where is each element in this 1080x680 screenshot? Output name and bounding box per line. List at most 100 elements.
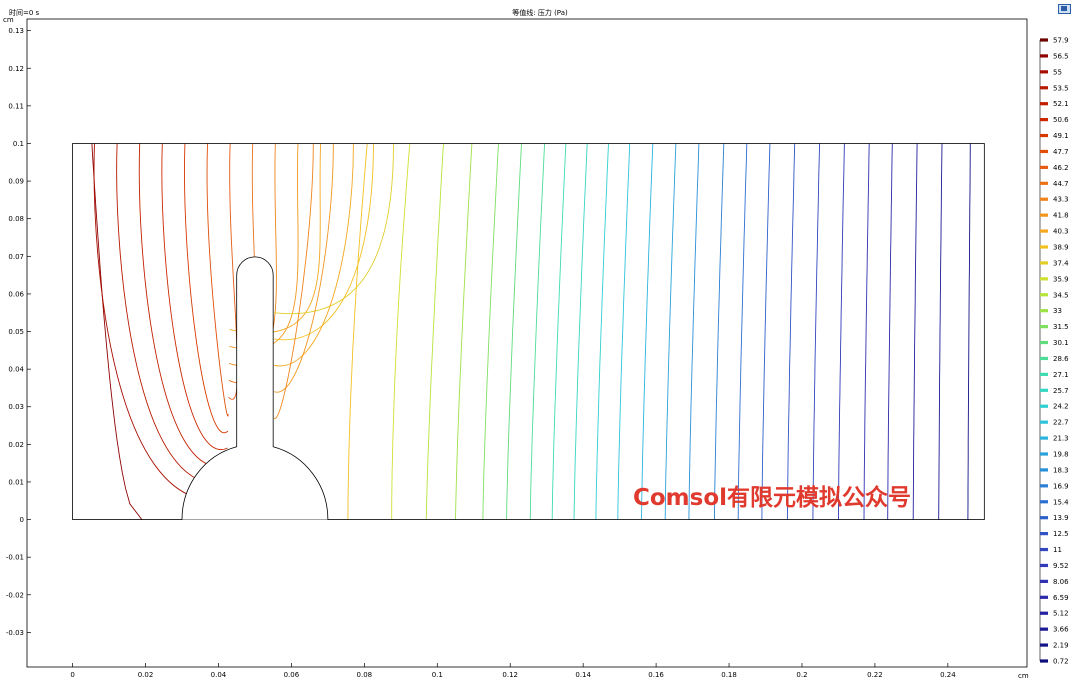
colorbar-label: 33 [1053,307,1062,315]
y-tick-label: 0.08 [8,215,24,223]
colorbar-label: 3.66 [1053,626,1069,634]
colorbar-label: 2.19 [1053,642,1069,650]
colorbar-swatch [1040,38,1048,42]
colorbar-label: 5.12 [1053,610,1069,618]
colorbar-label: 8.06 [1053,578,1069,586]
colorbar-label: 12.5 [1053,530,1069,538]
colorbar-swatch [1040,659,1048,663]
colorbar-label: 13.9 [1053,514,1069,522]
colorbar-label: 37.4 [1053,259,1069,267]
colorbar-swatch [1040,420,1048,424]
colorbar-label: 53.5 [1053,84,1069,92]
colorbar-swatch [1040,547,1048,552]
colorbar-label: 19.8 [1053,451,1069,459]
colorbar-swatch [1040,563,1048,568]
y-tick-label: 0.07 [8,253,24,261]
colorbar-label: 27.1 [1053,371,1069,379]
colorbar-swatch [1040,197,1048,201]
y-tick-label: 0.13 [8,27,24,35]
colorbar-label: 47.7 [1053,148,1069,156]
x-tick-label: 0.18 [721,671,737,679]
colorbar-swatch [1040,468,1048,472]
colorbar-label: 28.6 [1053,355,1069,363]
colorbar-label: 11 [1053,546,1062,554]
window-restore-icon[interactable] [1058,4,1071,14]
colorbar-label: 44.7 [1053,180,1069,188]
x-tick-label: 0.22 [867,671,883,679]
colorbar-swatch [1040,102,1048,106]
colorbar-label: 30.1 [1053,339,1069,347]
x-tick-label: 0.06 [284,671,300,679]
y-tick-label: 0.04 [8,366,24,374]
y-tick-label: 0.02 [8,441,24,449]
colorbar-swatch [1040,181,1048,185]
colorbar-swatch [1040,579,1048,583]
y-tick-label: -0.02 [6,591,24,599]
x-tick-label: 0.24 [940,671,956,679]
contour-plot: 0 0.02 0.04 0.06 0.08 0.1 0.12 0.14 0.16 0.18 0.2 0… [6,18,1069,680]
colorbar-swatch [1040,309,1048,313]
colorbar-swatch [1040,86,1048,90]
colorbar-label: 9.52 [1053,562,1069,570]
x-tick-label: 0.16 [648,671,664,679]
colorbar-label: 18.3 [1053,466,1069,474]
x-tick-label: 0.04 [211,671,227,679]
watermark-text: Comsol有限元模拟公众号 [633,485,912,511]
y-tick-label: 0.06 [8,290,24,298]
colorbar-swatch [1040,532,1048,536]
colorbar-swatch [1040,54,1048,58]
colorbar-swatch [1040,372,1048,376]
colorbar-label: 55 [1053,68,1062,76]
colorbar-swatch [1040,325,1048,329]
colorbar-swatch [1040,70,1048,74]
colorbar-label: 49.1 [1053,132,1069,140]
y-tick-label: 0.12 [8,65,24,73]
x-axis-unit: cm [1018,672,1029,680]
colorbar-label: 6.59 [1053,594,1069,602]
colorbar-label: 50.6 [1053,116,1069,124]
axes-frame [26,18,1028,668]
x-tick-label: 0.12 [502,671,518,679]
colorbar-label: 57.9 [1053,37,1069,45]
y-tick-label: 0 [20,516,24,524]
plot-title: 等值线: 压力 (Pa) [512,9,568,17]
x-tick-label: 0.08 [357,671,373,679]
colorbar-swatch [1040,149,1048,154]
y-tick-label: -0.03 [6,629,24,637]
colorbar-swatch [1040,356,1048,361]
colorbar-swatch [1040,118,1048,122]
y-tick-label: 0.1 [13,140,24,148]
y-tick-label: 0.11 [8,102,24,110]
colorbar-label: 24.2 [1053,403,1069,411]
colorbar-swatch [1040,516,1048,520]
x-tick-label: 0 [70,671,74,679]
colorbar-swatch [1040,213,1048,217]
colorbar-label: 56.5 [1053,52,1069,60]
colorbar-label: 38.9 [1053,244,1069,252]
colorbar-swatch [1040,452,1048,456]
colorbar-label: 0.72 [1053,658,1069,666]
colorbar-swatch [1040,133,1048,138]
colorbar-swatch [1040,500,1048,504]
colorbar-swatch [1040,229,1048,233]
colorbar-label: 43.3 [1053,196,1069,204]
colorbar-label: 40.3 [1053,228,1069,236]
y-tick-label: -0.01 [6,554,24,562]
colorbar-swatch [1040,165,1048,169]
y-axis-unit: cm [3,16,14,24]
y-tick-label: 0.03 [8,403,24,411]
x-tick-label: 0.14 [575,671,591,679]
colorbar-label: 52.1 [1053,100,1069,108]
colorbar-label: 16.9 [1053,482,1069,490]
colorbar-swatch [1040,627,1048,631]
colorbar-swatch [1040,293,1048,297]
colorbar-swatch [1040,340,1048,345]
colorbar-label: 31.5 [1053,323,1069,331]
colorbar-swatch [1040,595,1048,599]
colorbar-label: 22.7 [1053,419,1069,427]
colorbar-swatch [1040,277,1048,281]
x-tick-label: 0.2 [796,671,807,679]
colorbar-label: 46.2 [1053,164,1069,172]
colorbar-swatch [1040,261,1048,265]
colorbar-label: 41.8 [1053,212,1069,220]
